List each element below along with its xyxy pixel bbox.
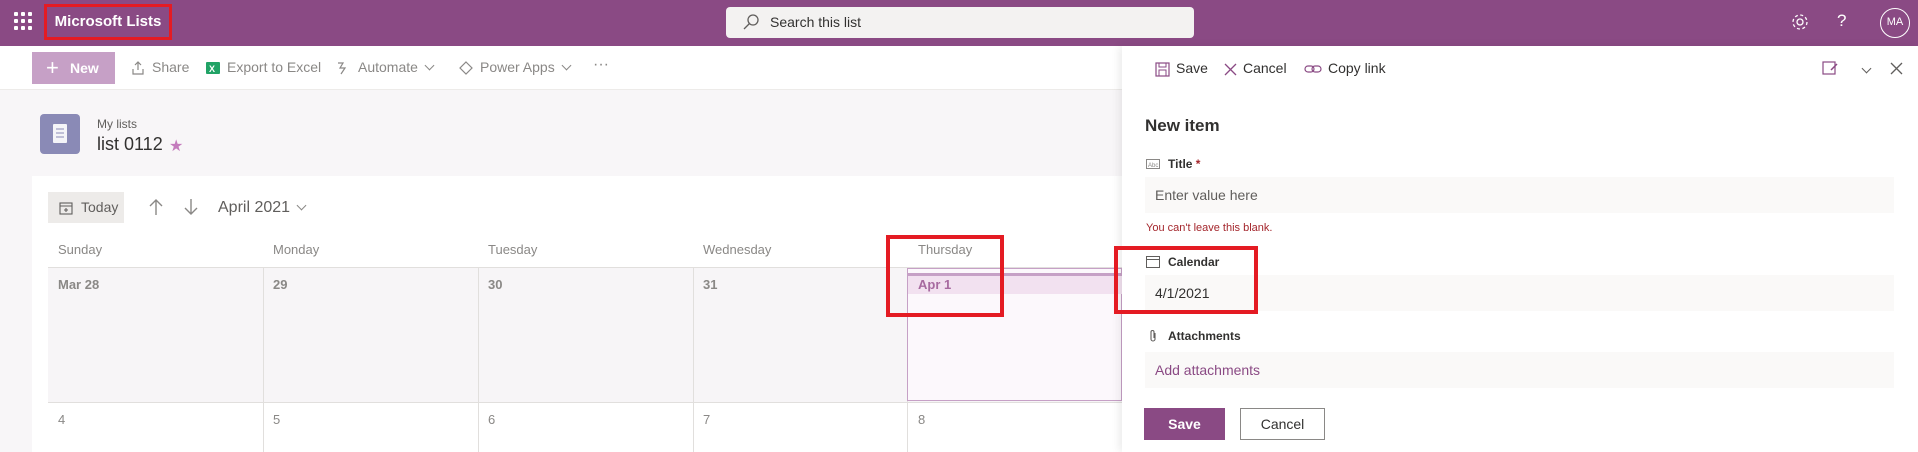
edit-form-icon[interactable] [1822,60,1839,76]
app-title[interactable]: Microsoft Lists [44,4,172,40]
month-label: April 2021 [218,199,291,216]
link-icon [1304,65,1322,73]
save-command-label: Save [1176,60,1208,76]
panel-save-command[interactable]: Save [1155,60,1208,77]
weekday-sunday: Sunday [58,242,103,257]
grid-divider [263,268,264,452]
more-actions-button[interactable]: ··· [593,56,609,74]
chevron-down-icon [296,200,307,211]
next-month-arrow-icon[interactable] [183,198,199,216]
day-cell-4[interactable]: 4 [58,412,65,427]
app-launcher-icon[interactable] [14,12,32,30]
automate-label: Automate [358,59,418,75]
highlight-box-thursday [886,235,1004,317]
calendar-today-icon [59,202,73,215]
settings-gear-icon[interactable] [1790,12,1810,32]
share-button[interactable]: Share [130,59,189,76]
list-icon [40,114,80,154]
panel-options-chevron[interactable] [1855,62,1872,78]
list-title: list 0112 [97,134,163,154]
day-cell-7[interactable]: 7 [703,412,710,427]
chevron-down-icon [424,60,435,71]
breadcrumb[interactable]: My lists [97,117,137,131]
cancel-button[interactable]: Cancel [1240,408,1325,440]
plus-icon: + [46,55,59,80]
title-input[interactable]: Enter value here [1145,177,1894,213]
chevron-down-icon [1861,63,1872,74]
weekday-wednesday: Wednesday [703,242,772,257]
chevron-down-icon [561,60,572,71]
day-cell-8[interactable]: 8 [918,412,925,427]
day-cell-29[interactable]: 29 [273,277,287,292]
favorite-star-icon[interactable]: ★ [169,136,183,156]
svg-text:X: X [209,64,215,74]
export-label: Export to Excel [227,59,322,75]
user-avatar[interactable]: MA [1880,8,1910,38]
copy-link-label: Copy link [1328,60,1386,76]
new-item-button[interactable]: + New [32,52,115,84]
excel-icon: X [206,62,220,75]
title-placeholder: Enter value here [1155,187,1258,203]
share-icon [132,61,144,75]
required-asterisk: * [1195,157,1201,171]
svg-text:Abc: Abc [1148,163,1158,169]
search-placeholder: Search this list [770,14,862,30]
today-button[interactable]: Today [48,192,124,223]
panel-cancel-command[interactable]: Cancel [1224,60,1287,76]
cancel-command-label: Cancel [1243,60,1287,76]
grid-divider [48,402,1122,403]
text-field-icon: Abc [1146,159,1160,169]
search-icon [743,14,759,30]
copy-link-command[interactable]: Copy link [1304,60,1386,76]
share-label: Share [152,59,190,75]
power-apps-menu[interactable]: Power Apps [458,59,572,76]
add-attachments-label: Add attachments [1155,362,1261,378]
title-field-label: Title * [1168,157,1201,171]
save-button[interactable]: Save [1144,408,1225,440]
day-cell-5[interactable]: 5 [273,412,280,427]
save-icon [1155,62,1170,77]
close-x-icon [1224,63,1237,76]
help-icon[interactable]: ? [1837,11,1846,31]
panel-title: New item [1145,116,1220,135]
attachments-field-label: Attachments [1168,329,1241,343]
add-attachments-link[interactable]: Add attachments [1145,352,1894,388]
paperclip-icon [1150,330,1156,342]
weekday-tuesday: Tuesday [488,242,538,257]
weekday-monday: Monday [273,242,320,257]
title-error-message: You can't leave this blank. [1146,222,1273,234]
export-excel-button[interactable]: X Export to Excel [205,59,321,76]
search-box[interactable]: Search this list [726,7,1194,38]
day-cell-6[interactable]: 6 [488,412,495,427]
previous-month-arrow-icon[interactable] [148,198,164,216]
automate-menu[interactable]: Automate [336,59,435,76]
today-label: Today [81,199,119,215]
grid-divider [693,268,694,452]
highlight-box-calendar-field [1114,246,1258,314]
close-panel-icon[interactable] [1890,62,1903,75]
power-apps-icon [459,61,473,76]
month-picker[interactable]: April 2021 [218,199,307,217]
automate-icon [338,62,347,75]
day-cell-31[interactable]: 31 [703,277,717,292]
day-cell-30[interactable]: 30 [488,277,502,292]
powerapps-label: Power Apps [480,59,555,75]
day-cell-mar-28[interactable]: Mar 28 [58,277,99,292]
grid-divider [478,268,479,452]
new-button-label: New [70,60,99,76]
